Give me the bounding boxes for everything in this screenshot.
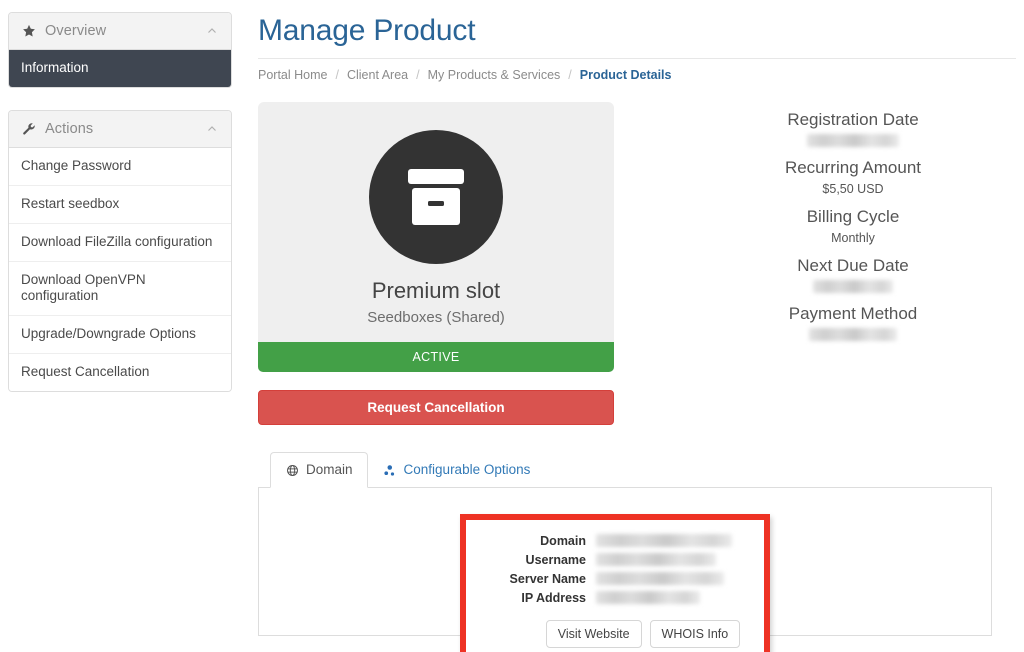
sidebar: Overview Information Actions Change Pass… bbox=[8, 12, 232, 414]
payment-method-label: Payment Method bbox=[788, 304, 918, 323]
tab-panel-domain: Domain Username Server Name IP Address V… bbox=[258, 488, 992, 652]
domain-label: Domain bbox=[540, 533, 586, 548]
product-details-page: Overview Information Actions Change Pass… bbox=[0, 0, 1024, 652]
overview-panel: Overview Information bbox=[8, 12, 232, 88]
next-due-date-label: Next Due Date bbox=[797, 256, 909, 275]
server-name-value bbox=[596, 570, 764, 588]
actions-panel-header[interactable]: Actions bbox=[9, 110, 231, 148]
domain-details-rows: Domain Username Server Name IP Address V… bbox=[466, 520, 764, 649]
tab-configurable-options-label: Configurable Options bbox=[403, 462, 531, 477]
visit-website-button[interactable]: Visit Website bbox=[545, 620, 642, 649]
product-name: Premium slot bbox=[371, 278, 501, 303]
domain-action-buttons: Visit Website WHOIS Info bbox=[466, 620, 764, 649]
breadcrumb: Portal Home / Client Area / My Products … bbox=[258, 68, 1016, 82]
globe-icon bbox=[285, 463, 299, 477]
detail-row: Username bbox=[466, 551, 764, 569]
tab-domain[interactable]: Domain bbox=[270, 452, 368, 489]
ip-address-value bbox=[596, 589, 764, 607]
detail-row: Domain bbox=[466, 532, 764, 550]
recurring-amount-value: $5,50 USD bbox=[822, 182, 884, 196]
sidebar-item-change-password[interactable]: Change Password bbox=[9, 147, 231, 186]
sidebar-item-restart-seedbox[interactable]: Restart seedbox bbox=[9, 185, 231, 224]
sidebar-item-information[interactable]: Information bbox=[9, 50, 231, 87]
wrench-icon bbox=[21, 121, 37, 137]
billing-info-panel: Registration Date Recurring Amount $5,50… bbox=[728, 110, 978, 352]
recurring-amount-label: Recurring Amount bbox=[784, 158, 922, 177]
detail-row: IP Address bbox=[466, 589, 764, 607]
breadcrumb-item-product-details[interactable]: Product Details bbox=[580, 68, 672, 82]
ip-address-label: IP Address bbox=[521, 590, 586, 605]
registration-date-value-redacted bbox=[807, 134, 899, 147]
sidebar-item-download-filezilla-configuration[interactable]: Download FileZilla configuration bbox=[9, 223, 231, 262]
actions-panel: Actions Change Password Restart seedbox … bbox=[8, 109, 232, 392]
product-card-body: Premium slot Seedboxes (Shared) bbox=[258, 102, 614, 342]
sidebar-item-request-cancellation[interactable]: Request Cancellation bbox=[9, 354, 231, 391]
username-value-redacted bbox=[596, 553, 716, 567]
breadcrumb-item-client-area[interactable]: Client Area bbox=[347, 68, 408, 82]
chevron-up-icon[interactable] bbox=[205, 122, 219, 136]
username-label: Username bbox=[525, 552, 586, 567]
sidebar-item-download-openvpn-configuration[interactable]: Download OpenVPN configuration bbox=[9, 261, 231, 317]
tab-bar: Domain Configurable Options bbox=[258, 452, 992, 489]
server-name-label: Server Name bbox=[509, 571, 586, 586]
next-due-date-value-redacted bbox=[813, 280, 893, 293]
breadcrumb-separator: / bbox=[416, 68, 420, 82]
overview-panel-title: Overview bbox=[45, 23, 107, 39]
tab-domain-label: Domain bbox=[306, 462, 353, 477]
product-group: Seedboxes (Shared) bbox=[367, 309, 505, 326]
sidebar-item-upgrade-downgrade-options[interactable]: Upgrade/Downgrade Options bbox=[9, 316, 231, 355]
page-title: Manage Product bbox=[258, 14, 476, 47]
chevron-up-icon[interactable] bbox=[205, 24, 219, 38]
tab-configurable-options[interactable]: Configurable Options bbox=[368, 452, 546, 488]
actions-panel-title: Actions bbox=[45, 120, 94, 137]
breadcrumb-separator: / bbox=[335, 68, 339, 82]
domain-value bbox=[596, 532, 764, 550]
registration-date-label: Registration Date bbox=[787, 110, 919, 129]
domain-details-highlight-box: Domain Username Server Name IP Address V… bbox=[460, 514, 770, 652]
domain-value-redacted bbox=[596, 534, 732, 548]
product-tabs-section: Domain Configurable Options Domain Usern… bbox=[258, 452, 992, 652]
status-badge: ACTIVE bbox=[258, 342, 614, 372]
billing-cycle-value: Monthly bbox=[831, 231, 875, 245]
request-cancellation-button[interactable]: Request Cancellation bbox=[258, 390, 614, 425]
breadcrumb-container: Portal Home / Client Area / My Products … bbox=[258, 58, 1016, 82]
whois-info-button[interactable]: WHOIS Info bbox=[649, 620, 741, 649]
overview-panel-header[interactable]: Overview bbox=[9, 13, 231, 50]
billing-cycle-label: Billing Cycle bbox=[806, 207, 900, 226]
username-value bbox=[596, 551, 764, 569]
detail-row: Server Name bbox=[466, 570, 764, 588]
breadcrumb-separator: / bbox=[568, 68, 572, 82]
breadcrumb-item-my-products-services[interactable]: My Products & Services bbox=[428, 68, 561, 82]
payment-method-value-redacted bbox=[809, 328, 897, 341]
server-name-value-redacted bbox=[596, 572, 724, 586]
archive-box-icon bbox=[369, 130, 503, 264]
star-icon bbox=[21, 23, 37, 39]
main-content: Manage Product Portal Home / Client Area… bbox=[258, 0, 1016, 652]
breadcrumb-item-portal-home[interactable]: Portal Home bbox=[258, 68, 327, 82]
product-card: Premium slot Seedboxes (Shared) ACTIVE R… bbox=[258, 102, 614, 425]
sliders-icon bbox=[383, 463, 397, 477]
ip-address-value-redacted bbox=[596, 591, 700, 605]
